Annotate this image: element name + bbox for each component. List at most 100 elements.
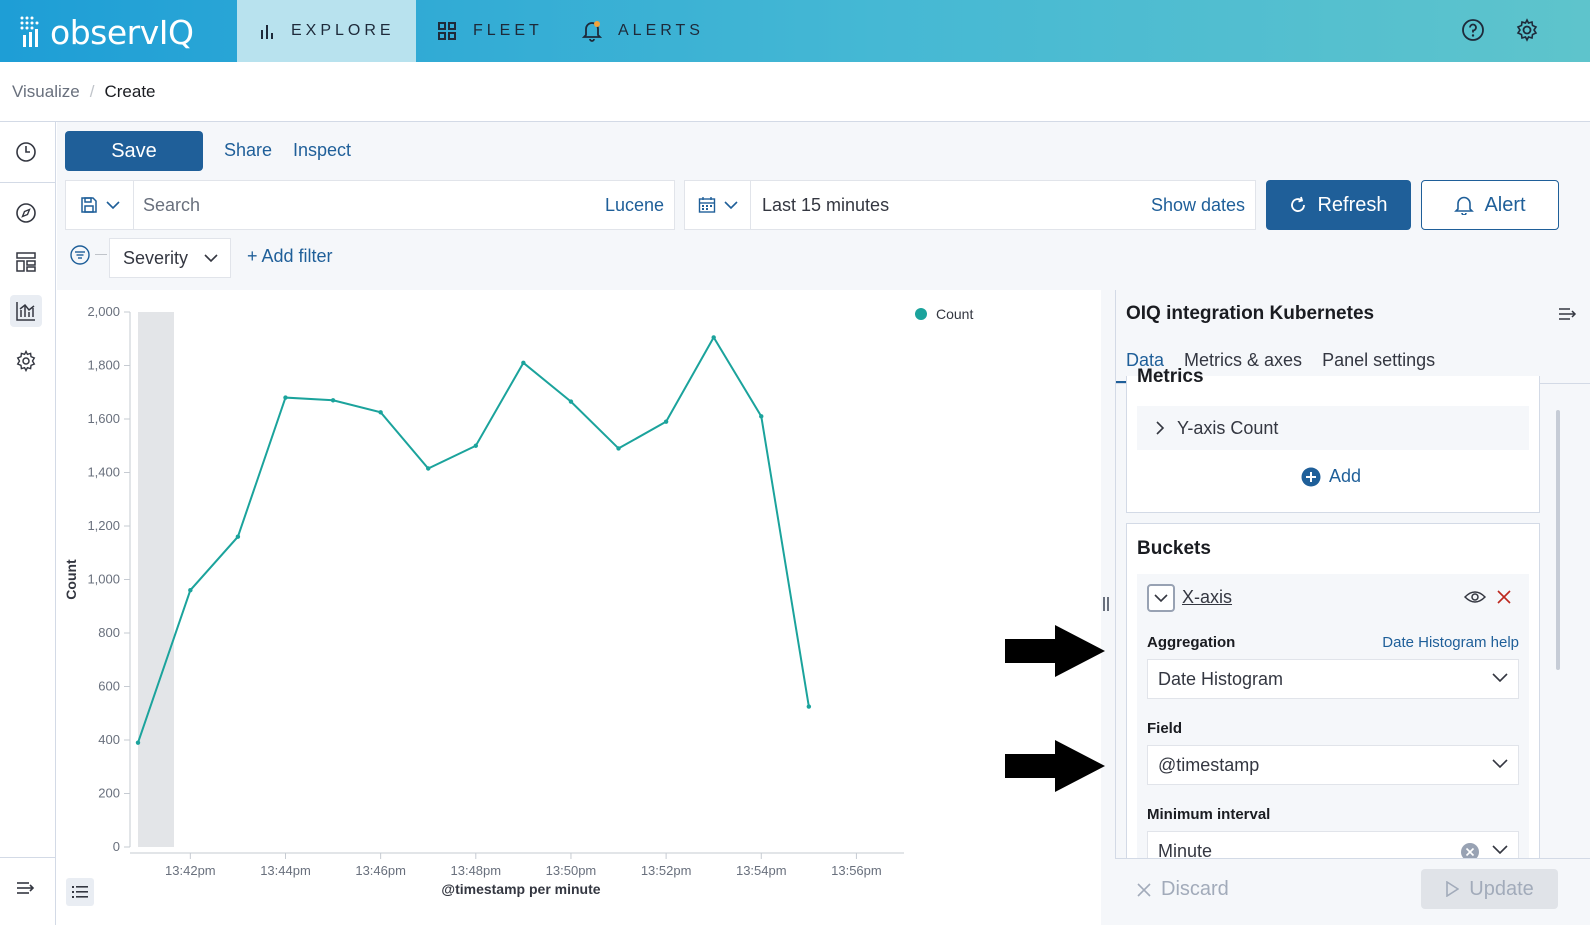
saved-query-button[interactable] (66, 181, 134, 229)
compass-icon[interactable] (10, 197, 42, 229)
alert-button[interactable]: Alert (1421, 180, 1559, 230)
x-axis-toggle-button[interactable] (1147, 584, 1175, 612)
show-dates-link[interactable]: Show dates (1151, 195, 1255, 216)
field-select[interactable]: @timestamp (1147, 745, 1519, 785)
y-tick-label: 800 (98, 625, 120, 640)
data-point (330, 398, 336, 403)
y-tick-label: 600 (98, 679, 120, 694)
visualize-icon[interactable] (10, 295, 42, 327)
editor-footer: Discard Update (1115, 858, 1590, 925)
visualization-title: OIQ integration Kubernetes (1126, 303, 1375, 324)
filter-options-icon[interactable] (69, 244, 91, 271)
chevron-down-icon (1492, 673, 1508, 682)
nav-alerts[interactable]: ALERTS (582, 0, 704, 62)
date-picker: Last 15 minutes Show dates (684, 180, 1256, 230)
aggregation-select[interactable]: Date Histogram (1147, 659, 1519, 699)
x-tick-label: 13:54pm (736, 863, 787, 878)
chevron-down-icon (723, 201, 738, 210)
refresh-button[interactable]: Refresh (1266, 180, 1411, 230)
filter-divider (95, 254, 107, 255)
add-metric-label: Add (1329, 466, 1362, 486)
data-point (759, 414, 764, 419)
calendar-icon (698, 197, 715, 213)
severity-filter[interactable]: Severity (109, 238, 231, 278)
field-label: Field (1147, 720, 1183, 737)
chevron-down-icon (1492, 759, 1508, 768)
observiq-logo[interactable]: observIQ (18, 12, 194, 52)
panel-resize-handle[interactable] (1103, 597, 1111, 613)
management-gear-icon[interactable] (10, 345, 42, 377)
annotation-arrow-aggregation (1005, 625, 1105, 677)
y-tick-label: 1,000 (87, 572, 120, 587)
collapse-sidebar-icon[interactable] (1558, 306, 1578, 327)
annotation-arrow-field (1005, 740, 1105, 792)
date-range-text[interactable]: Last 15 minutes (751, 195, 1151, 216)
dashboard-icon[interactable] (10, 246, 42, 278)
nav-alerts-label: ALERTS (618, 22, 704, 39)
play-icon (1446, 881, 1460, 897)
aggregation-label: Aggregation (1147, 634, 1236, 651)
grid-icon (438, 22, 456, 40)
nav-fleet[interactable]: FLEET (437, 0, 543, 62)
severity-label: Severity (123, 247, 189, 268)
metric-y-axis-count[interactable]: Y-axis Count (1137, 406, 1529, 450)
metrics-section: Metrics Y-axis Count Add (1126, 366, 1540, 513)
x-tick-label: 13:42pm (165, 863, 216, 878)
aggregation-help-link[interactable]: Date Histogram help (1382, 634, 1519, 651)
y-tick-label: 200 (98, 786, 120, 801)
data-point (135, 740, 141, 745)
y-tick-label: 1,400 (87, 465, 120, 480)
add-filter-link[interactable]: + Add filter (247, 246, 333, 267)
legend-toggle-icon[interactable] (66, 878, 94, 906)
partial-bucket-band (138, 312, 174, 847)
breadcrumb-separator: / (89, 81, 95, 101)
eye-icon[interactable] (1464, 589, 1486, 605)
discard-button[interactable]: Discard (1137, 878, 1229, 901)
save-button[interactable]: Save (65, 131, 203, 171)
nav-explore[interactable]: EXPLORE (237, 0, 416, 62)
share-link[interactable]: Share (224, 140, 272, 161)
settings-gear-icon[interactable] (1512, 15, 1542, 45)
search-input[interactable]: Search (134, 195, 605, 216)
save-query-icon (80, 197, 97, 213)
top-navigation-bar: observIQ EXPLORE FLEET ALERTS (0, 0, 1590, 62)
data-point (663, 419, 669, 424)
y-tick-label: 1,800 (87, 358, 120, 373)
query-language-toggle[interactable]: Lucene (605, 195, 674, 216)
series-line-count (137, 335, 810, 743)
metrics-heading: Metrics (1137, 366, 1204, 387)
add-metric-button[interactable]: Add (1301, 466, 1361, 487)
sidebar-scrollbar[interactable] (1556, 410, 1560, 670)
clock-icon[interactable] (10, 136, 42, 168)
left-rail (0, 122, 56, 925)
y-tick-label: 1,200 (87, 518, 120, 533)
x-axis-header: X-axis (1147, 584, 1527, 614)
x-tick-label: 13:56pm (831, 863, 882, 878)
x-tick-label: 13:52pm (641, 863, 692, 878)
expand-nav-icon[interactable] (10, 872, 42, 904)
brand-name: observIQ (50, 12, 194, 52)
update-button[interactable]: Update (1421, 869, 1558, 909)
chevron-down-icon (105, 201, 120, 210)
breadcrumb-visualize[interactable]: Visualize (12, 82, 80, 102)
field-value: @timestamp (1158, 754, 1260, 775)
discard-label: Discard (1161, 878, 1229, 900)
inspect-link[interactable]: Inspect (293, 140, 351, 161)
chart-panel: 0 200 400 600 800 1,000 1,200 1,400 1,600 1,800 2,… (57, 290, 1101, 925)
logo-mark-icon (20, 16, 39, 47)
update-label: Update (1469, 877, 1534, 900)
interval-label: Minimum interval (1147, 806, 1271, 823)
help-icon[interactable] (1458, 15, 1488, 45)
chevron-down-icon (1154, 594, 1168, 603)
data-point (521, 360, 526, 366)
line-chart: 0 200 400 600 800 1,000 1,200 1,400 1,600 1,800 2,… (63, 304, 973, 897)
data-point (426, 466, 431, 471)
remove-x-icon[interactable] (1497, 590, 1511, 604)
y-tick-label: 0 (113, 839, 120, 854)
x-tick-label: 13:48pm (451, 863, 502, 878)
rail-divider-bottom (0, 857, 56, 858)
x-axis-label[interactable]: X-axis (1182, 587, 1232, 608)
y-axis-title: Count (63, 559, 79, 600)
quick-date-menu[interactable] (685, 181, 751, 229)
data-point (616, 446, 621, 451)
